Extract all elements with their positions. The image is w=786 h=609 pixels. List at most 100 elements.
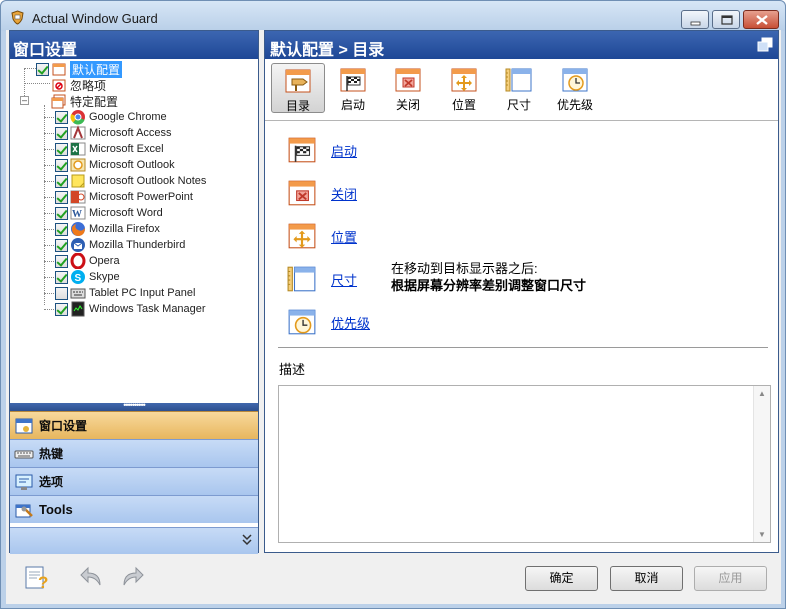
right-panel: 默认配置 > 目录 目录 启动 关闭 位置 尺寸 优先级 启动 关闭 位置 尺寸… [264,30,779,553]
app-checkbox[interactable] [55,254,68,268]
ignore-label: 忽略项 [70,78,107,93]
default-config-checkbox[interactable] [36,62,49,76]
app-checkbox[interactable] [55,110,68,124]
size-link[interactable]: 尺寸 [331,270,357,289]
scroll-up-icon[interactable]: ▲ [758,389,766,398]
position-link[interactable]: 位置 [331,227,357,246]
app-label: Microsoft Excel [89,143,164,155]
minimize-button[interactable] [681,10,709,29]
tree-item-app[interactable]: Microsoft Outlook [55,157,175,173]
tree-item-specific-config[interactable]: 特定配置 [36,93,118,109]
ok-button[interactable]: 确定 [525,566,598,591]
description-textarea[interactable]: ▲ ▼ [278,385,771,543]
nav-options-label: 选项 [39,475,64,489]
tree-item-app[interactable]: Microsoft Access [55,125,172,141]
client-area: 窗口设置 默认配置 忽略项 – 特定配置 Google Chrome Micro… [6,30,781,604]
tree-item-default-config[interactable]: 默认配置 [36,60,123,78]
tree-item-app[interactable]: Microsoft PowerPoint [55,189,193,205]
redo-icon[interactable] [118,563,146,591]
tab-priority[interactable]: 优先级 [548,63,602,113]
tab-close-label: 关闭 [395,98,420,112]
size-ruler-icon [505,68,532,92]
scroll-down-icon[interactable]: ▼ [758,530,766,539]
nav-window-settings-label: 窗口设置 [39,419,88,433]
chrome-icon [70,110,85,125]
nav-hotkeys[interactable]: 热键 [10,439,258,467]
tab-position[interactable]: 位置 [437,63,491,113]
description-scrollbar[interactable]: ▲ ▼ [753,386,770,542]
priority-clock-icon [288,309,316,335]
tab-contents-label: 目录 [285,99,310,113]
minimize-icon [690,21,701,26]
close-icon [756,15,768,25]
description-label: 描述 [279,362,306,377]
config-tree: 默认配置 忽略项 – 特定配置 Google Chrome Microsoft A… [10,59,258,403]
nav-options[interactable]: 选项 [10,467,258,495]
app-checkbox[interactable] [55,206,68,220]
size-info-line1: 在移动到目标显示器之后: [391,261,538,276]
tab-contents[interactable]: 目录 [271,63,325,113]
app-checkbox[interactable] [55,222,68,236]
nav-tools-label: Tools [39,502,73,517]
app-checkbox[interactable] [55,286,68,300]
maximize-button[interactable] [712,10,740,29]
app-label: Skype [89,271,120,283]
priority-link[interactable]: 优先级 [331,313,370,332]
app-checkbox[interactable] [55,142,68,156]
right-panel-header: 默认配置 > 目录 [265,31,778,59]
tab-close[interactable]: 关闭 [381,63,435,113]
close-link[interactable]: 关闭 [331,184,357,203]
app-label: Tablet PC Input Panel [89,287,196,299]
tab-size[interactable]: 尺寸 [492,63,546,113]
tree-item-app[interactable]: Google Chrome [55,109,167,125]
tree-item-app[interactable]: Opera [55,253,120,269]
priority-row: 优先级 [287,305,370,339]
tree-item-app[interactable]: Microsoft Excel [55,141,164,157]
thunderbird-icon [71,238,85,252]
restore-windows-icon[interactable] [757,37,773,53]
word-icon: W [70,206,86,220]
app-checkbox[interactable] [55,238,68,252]
tree-item-app[interactable]: Windows Task Manager [55,301,206,317]
app-checkbox[interactable] [55,126,68,140]
nav-hotkeys-label: 热键 [39,447,64,461]
position-move-icon [288,223,316,249]
app-checkbox[interactable] [55,158,68,172]
breadcrumb: 默认配置 > 目录 [270,42,385,59]
nav-tools[interactable]: Tools [10,495,258,523]
shield-app-icon [11,10,24,25]
startup-link[interactable]: 启动 [331,141,357,160]
tree-item-app[interactable]: W Microsoft Word [55,205,163,221]
keyboard-icon [70,288,86,299]
nav-window-settings[interactable]: 窗口设置 [10,411,258,439]
cancel-button[interactable]: 取消 [610,566,683,591]
app-label: Opera [89,255,120,267]
tree-item-app[interactable]: Tablet PC Input Panel [55,285,195,301]
tree-item-app[interactable]: Microsoft Outlook Notes [55,173,206,189]
close-button[interactable] [743,10,779,29]
title-bar[interactable]: Actual Window Guard [1,1,785,31]
help-icon[interactable]: ? [23,563,51,591]
tab-startup[interactable]: 启动 [326,63,380,113]
tree-item-app[interactable]: Mozilla Firefox [55,221,160,237]
svg-text:?: ? [38,573,48,591]
tree-item-app[interactable]: Mozilla Thunderbird [55,237,185,253]
app-checkbox[interactable] [55,302,68,316]
firefox-icon [71,222,85,236]
app-checkbox[interactable] [55,174,68,188]
apply-button[interactable]: 应用 [694,566,767,591]
tab-size-label: 尺寸 [506,98,531,112]
app-checkbox[interactable] [55,190,68,204]
panel-splitter[interactable]: •••••••••• [10,401,258,411]
collapse-toggle[interactable]: – [20,96,29,105]
tree-item-app[interactable]: S Skype [55,269,120,285]
app-checkbox[interactable] [55,270,68,284]
skype-icon: S [71,270,85,284]
tree-item-ignore[interactable]: 忽略项 [51,77,106,93]
app-window: Actual Window Guard 窗口设置 默认配置 忽略项 – 特定配置… [0,0,786,609]
default-config-icon [52,63,66,76]
nav-more-button[interactable] [10,527,258,554]
undo-icon[interactable] [78,563,106,591]
close-window-icon [395,68,421,92]
app-label: Windows Task Manager [89,303,206,315]
